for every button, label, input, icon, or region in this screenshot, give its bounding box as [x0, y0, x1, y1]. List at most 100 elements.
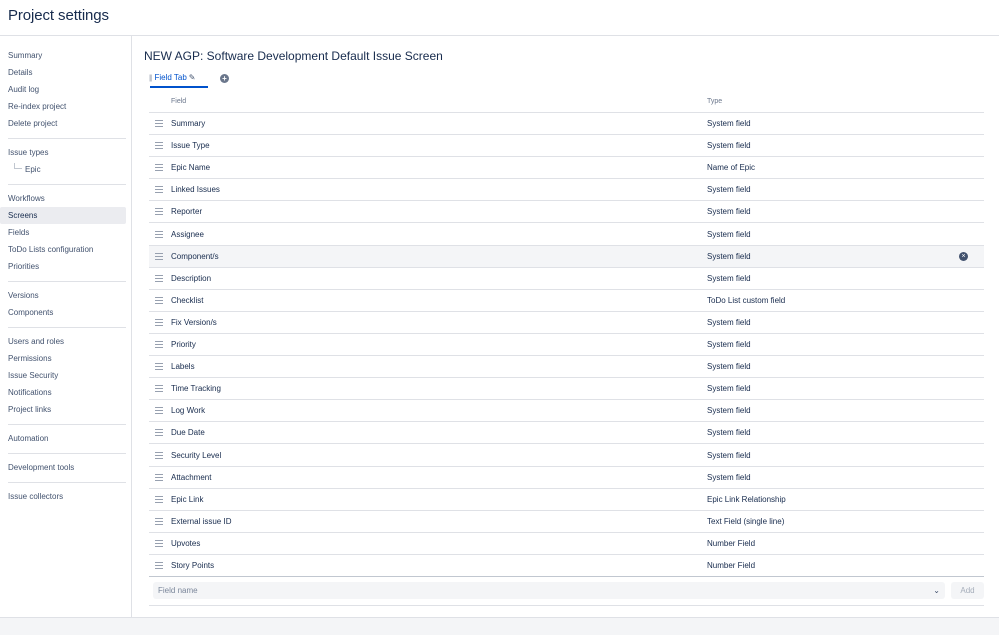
sidebar-item-epic[interactable]: Epic [0, 161, 126, 178]
drag-handle-icon[interactable] [155, 230, 163, 238]
field-type: Epic Link Relationship [707, 494, 786, 504]
table-row[interactable]: Assignee System field [149, 224, 984, 246]
field-type: Text Field (single line) [707, 516, 785, 526]
table-row[interactable]: Due Date System field [149, 422, 984, 445]
field-name: Component/s [171, 251, 219, 261]
field-type: Name of Epic [707, 163, 756, 173]
sidebar-item-issue-collectors[interactable]: Issue collectors [0, 488, 126, 505]
remove-circle-icon[interactable]: × [959, 251, 968, 261]
sidebar-divider [8, 138, 126, 139]
drag-handle-icon[interactable] [155, 385, 163, 393]
field-name: External issue ID [171, 516, 232, 526]
sidebar-item-delete-project[interactable]: Delete project [0, 115, 126, 132]
drag-handle-icon[interactable] [155, 407, 163, 415]
drag-handle-icon[interactable] [155, 186, 163, 194]
sidebar-item-label: Details [8, 68, 33, 77]
sidebar-item-label: Notifications [8, 388, 52, 397]
sidebar-item-issue-security[interactable]: Issue Security [0, 367, 126, 384]
field-name: Description [171, 273, 212, 283]
sidebar-item-priorities[interactable]: Priorities [0, 258, 126, 275]
column-header-field: Field [171, 98, 187, 105]
sidebar-item-workflows[interactable]: Workflows [0, 190, 126, 207]
table-row[interactable]: Fix Version/s System field [149, 312, 984, 334]
sidebar-item-label: Development tools [8, 463, 75, 472]
table-row[interactable]: External issue ID Text Field (single line… [149, 511, 984, 533]
field-type: Number Field [707, 561, 756, 570]
table-row[interactable]: Attachment System field [149, 467, 984, 489]
table-row[interactable]: Upvotes Number Field [149, 533, 984, 555]
add-tab-button[interactable]: + [220, 74, 229, 83]
sidebar-item-project-links[interactable]: Project links [0, 401, 126, 418]
field-type: Number Field [707, 538, 756, 548]
sidebar-item-re-index-project[interactable]: Re-index project [0, 98, 126, 115]
sidebar-item-fields[interactable]: Fields [0, 224, 126, 241]
drag-handle-icon[interactable] [155, 495, 163, 503]
sidebar-item-permissions[interactable]: Permissions [0, 350, 126, 367]
table-row[interactable]: Log Work System field [149, 400, 984, 423]
drag-handle-icon[interactable] [155, 208, 163, 216]
table-row[interactable]: Labels System field [149, 356, 984, 379]
field-name: Epic Name [171, 163, 211, 173]
sidebar-item-label: Epic [25, 165, 41, 174]
table-row[interactable]: Checklist ToDo List custom field [149, 290, 984, 312]
drag-handle-icon[interactable] [155, 318, 163, 326]
sidebar-divider [8, 184, 126, 185]
table-row[interactable]: Description System field [149, 268, 984, 290]
drag-handle-icon[interactable] [155, 451, 163, 459]
field-name: Epic Link [171, 494, 204, 504]
table-row[interactable]: Summary System field [149, 113, 984, 135]
table-row[interactable]: Security Level System field [149, 445, 984, 467]
field-name: Assignee [171, 229, 204, 239]
sidebar-item-summary[interactable]: Summary [0, 47, 126, 64]
sidebar-item-development-tools[interactable]: Development tools [0, 459, 126, 476]
sidebar-item-screens[interactable]: Screens [0, 207, 126, 224]
drag-handle-icon[interactable] [155, 252, 163, 260]
drag-handle-icon[interactable] [155, 142, 163, 150]
sidebar-item-label: Project links [8, 405, 52, 414]
table-row[interactable]: Reporter System field [149, 201, 984, 224]
table-row[interactable]: Issue Type System field [149, 135, 984, 158]
table-row[interactable]: Epic Name Name of Epic [149, 157, 984, 180]
field-name-select[interactable]: Field name ⌄ [153, 582, 945, 599]
drag-handle-icon[interactable] [155, 429, 163, 437]
drag-handle-icon[interactable] [155, 562, 163, 569]
drag-handle-icon[interactable] [155, 120, 163, 127]
drag-handle-icon[interactable] [155, 473, 163, 481]
sidebar-item-versions[interactable]: Versions [0, 287, 126, 304]
sidebar-item-details[interactable]: Details [0, 64, 126, 81]
field-select-placeholder: Field name [158, 586, 198, 595]
sidebar-item-notifications[interactable]: Notifications [0, 384, 126, 401]
column-header-type: Type [707, 98, 723, 105]
table-row[interactable]: Epic Link Epic Link Relationship [149, 489, 984, 511]
table-row[interactable]: Linked Issues System field [149, 179, 984, 202]
table-row[interactable]: Priority System field [149, 334, 984, 356]
sidebar-item-components[interactable]: Components [0, 304, 126, 321]
sidebar-item-label: Re-index project [8, 102, 67, 111]
field-type: System field [707, 340, 751, 349]
sidebar-item-users-and-roles[interactable]: Users and roles [0, 333, 126, 350]
field-name: Checklist [171, 295, 204, 305]
page-title: Project settings [8, 7, 109, 24]
table-row[interactable]: Story Points Number Field [149, 555, 984, 577]
sidebar-item-todo-lists-configuration[interactable]: ToDo Lists configuration [0, 241, 126, 258]
tree-branch-icon [14, 163, 22, 169]
sidebar-item-audit-log[interactable]: Audit log [0, 81, 126, 98]
field-name: Time Tracking [171, 384, 221, 394]
field-type: System field [707, 428, 751, 438]
sidebar-item-issue-types[interactable]: Issue types [0, 144, 126, 161]
drag-handle-icon[interactable] [155, 341, 163, 348]
drag-handle-icon[interactable] [155, 164, 163, 172]
add-field-button[interactable]: Add [951, 582, 984, 599]
tab-field-tab[interactable]: ||| Field Tab ✎ [149, 73, 196, 87]
table-row[interactable]: Time Tracking System field [149, 378, 984, 401]
drag-handle-icon[interactable] [155, 296, 163, 304]
drag-handle-icon[interactable] [155, 363, 163, 371]
drag-handle-icon[interactable] [155, 517, 163, 525]
drag-handle-icon[interactable] [155, 539, 163, 547]
sidebar-item-automation[interactable]: Automation [0, 430, 126, 447]
pencil-icon[interactable]: ✎ [189, 73, 196, 82]
table-row[interactable]: Component/s System field × [149, 245, 984, 268]
sidebar-item-label: Issue Security [8, 371, 59, 380]
drag-handle-icon[interactable] [155, 274, 163, 282]
field-name: Issue Type [171, 141, 210, 151]
